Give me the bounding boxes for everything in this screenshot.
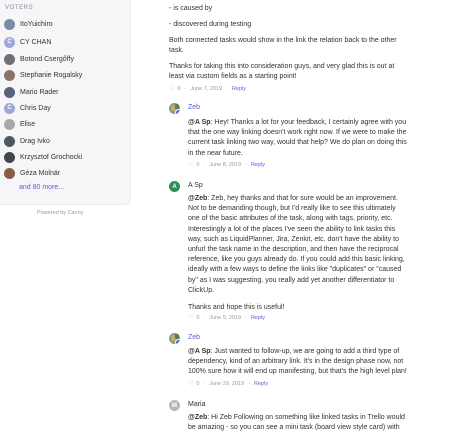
avatar — [4, 86, 15, 98]
heart-icon[interactable]: ♡ — [188, 314, 193, 321]
voter-name: Chris Day — [20, 104, 51, 112]
voters-panel: VOTERS ItoYuichiro C CY CHAN Botond Cser… — [0, 0, 131, 205]
comment-body: @A Sp: Just wanted to follow-up, we are … — [188, 348, 407, 376]
avatar: C — [4, 36, 15, 48]
comment-date: June 7, 2019 — [190, 85, 223, 92]
mention[interactable]: @Zeb — [188, 414, 207, 421]
voter-name: Mario Rader — [20, 88, 59, 96]
comment-author[interactable]: Zeb — [188, 104, 200, 111]
voter-item[interactable]: Drag Ivko — [4, 135, 50, 147]
comment-meta: ♡ 0 · June 8, 2019 · Reply — [188, 161, 266, 169]
voter-name: Géza Molnár — [20, 169, 61, 177]
comment-text: - discovered during testing — [169, 21, 252, 28]
powered-by-canny[interactable]: Powered by Canny — [37, 210, 83, 216]
comment-date: June 29, 2019 — [209, 380, 245, 387]
comment-date: June 9, 2019 — [209, 314, 242, 321]
voter-item[interactable]: Botond Csergőffy — [4, 53, 74, 65]
avatar: C — [4, 102, 15, 114]
avatar — [4, 151, 15, 163]
avatar[interactable]: A — [169, 181, 180, 192]
voter-item[interactable]: Elise — [4, 118, 35, 130]
reply-link[interactable]: Reply — [251, 162, 265, 168]
like-count: 0 — [196, 380, 200, 387]
voter-item[interactable]: ItoYuichiro — [4, 18, 53, 30]
comment-author[interactable]: A Sp — [188, 182, 203, 189]
voter-name: Botond Csergőffy — [20, 55, 74, 63]
comment-text: task. — [169, 47, 184, 54]
avatar[interactable] — [169, 333, 180, 344]
voters-title: VOTERS — [5, 5, 34, 11]
heart-icon[interactable]: ♡ — [188, 161, 193, 168]
voter-name: ItoYuichiro — [20, 20, 53, 28]
comment-meta: ♡ 0 · June 9, 2019 · Reply — [188, 314, 266, 322]
comment-author[interactable]: Maria — [188, 401, 206, 408]
voter-item[interactable]: C CY CHAN — [4, 36, 51, 48]
avatar — [4, 18, 15, 30]
reply-link[interactable]: Reply — [232, 86, 246, 92]
comment-body: @Zeb: Hi Zeb Following on something like… — [188, 414, 405, 432]
heart-icon[interactable]: ♡ — [188, 380, 193, 387]
like-count: 0 — [196, 314, 200, 321]
avatar[interactable]: M — [169, 400, 180, 411]
voter-item[interactable]: Mario Rader — [4, 86, 59, 98]
comment-text: Thanks for taking this into consideratio… — [169, 63, 395, 70]
comment-text: least via custom fields as a starting po… — [169, 73, 297, 80]
comment-body: @Zeb: Zeb, hey thanks and that for sure … — [188, 195, 405, 312]
reply-link[interactable]: Reply — [254, 381, 268, 387]
moderator-badge-icon — [175, 339, 180, 344]
mention[interactable]: @A Sp — [188, 348, 211, 355]
like-count: 0 — [177, 85, 181, 92]
moderator-badge-icon — [175, 109, 180, 114]
reply-link[interactable]: Reply — [251, 315, 265, 321]
comment-date: June 8, 2019 — [209, 161, 242, 168]
avatar — [4, 167, 15, 179]
mention[interactable]: @Zeb — [188, 195, 207, 202]
voter-item[interactable]: C Chris Day — [4, 102, 51, 114]
voter-item[interactable]: Géza Molnár — [4, 167, 60, 179]
comment-meta: ♡ 0 · June 7, 2019 · Reply — [169, 85, 247, 93]
comment-author[interactable]: Zeb — [188, 334, 200, 341]
voter-name: Krzysztof Grochocki — [20, 153, 83, 161]
comment-text: Both connected tasks would show in the l… — [169, 37, 397, 44]
more-voters-link[interactable]: and 80 more... — [19, 184, 64, 191]
voter-item[interactable]: Stephanie Rogalsky — [4, 69, 82, 81]
avatar — [4, 135, 15, 147]
avatar — [4, 53, 15, 65]
voter-name: Elise — [20, 120, 36, 128]
heart-icon[interactable]: ♡ — [169, 85, 174, 92]
comment-body: @A Sp: Hey! Thanks a lot for your feedba… — [188, 119, 407, 157]
like-count: 0 — [196, 161, 200, 168]
voter-name: CY CHAN — [20, 38, 52, 46]
avatar — [4, 118, 15, 130]
comment-text: - is caused by — [169, 5, 213, 12]
avatar — [4, 69, 15, 81]
avatar[interactable] — [169, 103, 180, 114]
voter-name: Stephanie Rogalsky — [20, 71, 83, 79]
voter-name: Drag Ivko — [20, 137, 50, 145]
mention[interactable]: @A Sp — [188, 119, 211, 126]
voter-item[interactable]: Krzysztof Grochocki — [4, 151, 82, 163]
comment-meta: ♡ 0 · June 29, 2019 · Reply — [188, 380, 269, 388]
